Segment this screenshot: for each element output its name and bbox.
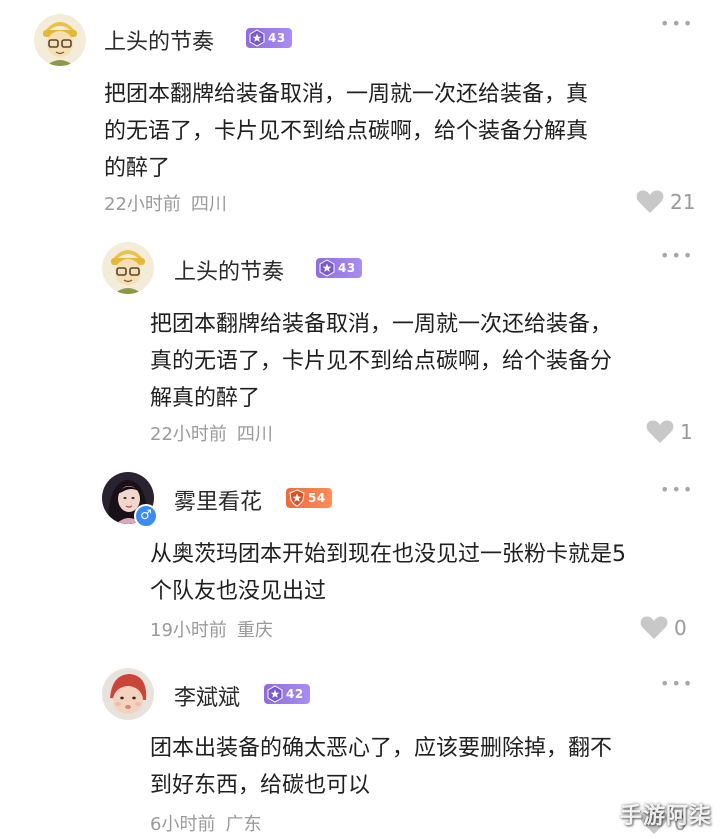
avatar[interactable]: [34, 14, 86, 66]
comment-time: 22小时前: [150, 424, 227, 445]
comment-meta: 19小时前 重庆: [150, 616, 273, 642]
level-number: 54: [308, 491, 326, 505]
heart-icon: [646, 420, 674, 443]
username[interactable]: 李斌斌: [174, 680, 240, 712]
comment-meta: 22小时前 四川: [150, 420, 273, 446]
comment-location: 四川: [190, 194, 227, 215]
reply-item: 上头的节奏 43 ••• 把团本翻牌给装备取消，一周就一次还给装备，真的无语了，…: [0, 230, 720, 450]
level-badge: 43: [246, 28, 292, 48]
heart-icon: [636, 190, 664, 213]
like-count: 0: [674, 615, 687, 640]
comment-text: 从奥茨玛团本开始到现在也没见过一张粉卡就是5个队友也没见出过: [150, 542, 626, 604]
star-icon: [319, 259, 335, 277]
level-number: 43: [268, 31, 286, 45]
comment-location: 四川: [236, 424, 273, 445]
watermark: 手游阿柒: [619, 804, 712, 829]
like-count: 1: [680, 419, 693, 444]
like-count: 21: [670, 189, 696, 214]
username[interactable]: 上头的节奏: [174, 254, 284, 286]
avatar[interactable]: [102, 242, 154, 294]
avatar-image: [102, 668, 154, 720]
avatar-image: [34, 14, 86, 66]
level-badge: 54: [286, 488, 332, 508]
more-dots-icon[interactable]: •••: [660, 674, 694, 693]
star-icon: [249, 29, 265, 47]
reply-item: 李斌斌 42 ••• 团本出装备的确太恶心了，应该要删除掉，翻不到好东西，给碳也…: [0, 650, 720, 838]
level-badge: 42: [264, 684, 310, 704]
comment-location: 广东: [225, 814, 262, 835]
reply-item: ♂ 雾里看花 54 ••• 从奥茨玛团本开始到现在也没见过一张粉卡就是5个队友也…: [0, 450, 720, 650]
avatar-image: [102, 242, 154, 294]
username[interactable]: 雾里看花: [174, 484, 262, 516]
comment-location: 重庆: [236, 620, 273, 641]
level-number: 42: [286, 687, 304, 701]
comment-text: 把团本翻牌给装备取消，一周就一次还给装备，真的无语了，卡片见不到给点碳啊，给个装…: [150, 312, 613, 411]
comment-text: 把团本翻牌给装备取消，一周就一次还给装备，真的无语了，卡片见不到给点碳啊，给个装…: [104, 82, 589, 181]
username[interactable]: 上头的节奏: [104, 24, 214, 56]
comment-time: 19小时前: [150, 620, 227, 641]
like-button[interactable]: 1: [646, 419, 693, 444]
more-dots-icon[interactable]: •••: [660, 246, 694, 265]
heart-icon: [640, 616, 668, 639]
more-dots-icon[interactable]: •••: [660, 14, 694, 33]
male-icon: ♂: [134, 504, 158, 528]
level-number: 43: [338, 261, 356, 275]
comment-time: 22小时前: [104, 194, 181, 215]
comment-text: 团本出装备的确太恶心了，应该要删除掉，翻不到好东西，给碳也可以: [150, 736, 613, 798]
shield-icon: [289, 489, 305, 507]
more-dots-icon[interactable]: •••: [660, 480, 694, 499]
like-button[interactable]: 0: [640, 615, 687, 640]
comment-meta: 22小时前 四川: [104, 190, 227, 216]
avatar[interactable]: [102, 668, 154, 720]
level-badge: 43: [316, 258, 362, 278]
star-icon: [267, 685, 283, 703]
like-button[interactable]: 21: [636, 189, 695, 214]
comment-meta: 6小时前 广东: [150, 810, 261, 836]
comment-time: 6小时前: [150, 814, 216, 835]
comment-item: 上头的节奏 43 ••• 把团本翻牌给装备取消，一周就一次还给装备，真的无语了，…: [0, 0, 720, 230]
